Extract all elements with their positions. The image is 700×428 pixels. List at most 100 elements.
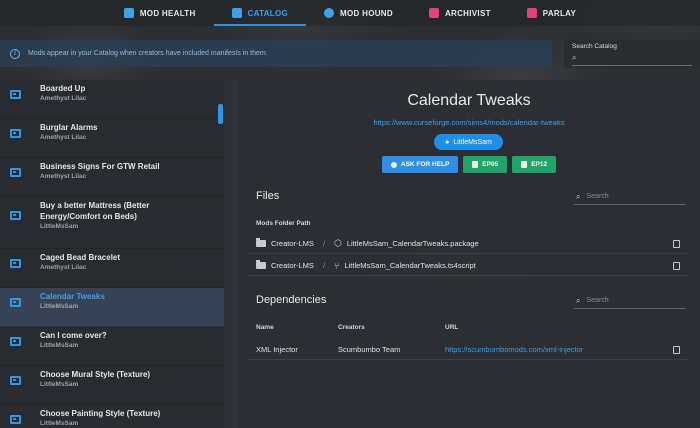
sidebar-item-title: Burglar Alarms	[40, 123, 98, 132]
file-name: LittleMsSam_CalendarTweaks.ts4script	[344, 261, 476, 270]
pack-icon	[472, 161, 479, 168]
sidebar-item-creator: LittleMsSam	[40, 303, 79, 310]
sidebar-item-burglar-alarms[interactable]: Burglar Alarms Amethyst Lilac	[0, 119, 224, 158]
sidebar-item-title: Can I come over?	[40, 331, 107, 340]
sidebar-item-choose-mural-style[interactable]: Choose Mural Style (Texture) LittleMsSam	[0, 366, 224, 405]
dependencies-search-input[interactable]: ⌕ Search	[574, 293, 686, 309]
dog-icon	[324, 8, 335, 18]
discord-icon	[390, 161, 397, 168]
translate-icon	[526, 8, 537, 18]
path-separator: /	[322, 261, 326, 270]
sidebar-item-caged-bead-bracelet[interactable]: Caged Bead Bracelet Amethyst Lilac	[0, 249, 224, 288]
sidebar-item-creator: Amethyst Lilac	[40, 173, 87, 180]
files-section-title: Files	[256, 190, 280, 202]
mod-icon	[10, 90, 21, 99]
sidebar-item-creator: LittleMsSam	[40, 342, 79, 349]
sidebar-item-title: Buy a better Mattress (Better Energy/Com…	[40, 201, 150, 221]
creator-chip[interactable]: ● LittleMsSam	[434, 134, 503, 150]
script-branch-icon: ⑂	[334, 260, 340, 271]
search-icon: ⌕	[576, 295, 581, 305]
mod-icon	[10, 298, 21, 307]
tab-label: MOD HOUND	[340, 8, 393, 18]
sidebar-item-title: Boarded Up	[40, 84, 86, 93]
ask-for-help-button[interactable]: ASK FOR HELP	[381, 156, 459, 173]
tab-label: PARLAY	[542, 8, 577, 18]
top-navigation: MOD HEALTH CATALOG MOD HOUND ARCHIVIST P…	[0, 0, 700, 26]
folder-icon	[256, 238, 266, 247]
tab-label: ARCHIVIST	[444, 8, 491, 18]
sidebar-item-creator: Amethyst Lilac	[40, 264, 87, 271]
tab-catalog[interactable]: CATALOG	[213, 0, 307, 26]
sidebar-item-creator: LittleMsSam	[40, 223, 79, 230]
tab-mod-health[interactable]: MOD HEALTH	[106, 0, 214, 26]
file-action-icon[interactable]	[673, 262, 680, 270]
book-icon	[231, 8, 242, 18]
mod-icon	[10, 376, 21, 385]
info-banner: i Mods appear in your Catalog when creat…	[0, 40, 552, 67]
sidebar-item-title: Caged Bead Bracelet	[40, 253, 121, 262]
dependency-col-url: URL	[445, 324, 459, 331]
mod-icon	[10, 211, 21, 220]
dependencies-search-placeholder: Search	[586, 297, 609, 304]
creator-name: LittleMsSam	[453, 138, 492, 146]
sidebar-scrollbar[interactable]	[218, 104, 223, 124]
sidebar-item-choose-painting-style[interactable]: Choose Painting Style (Texture) LittleMs…	[0, 405, 224, 428]
pack-label: EP05	[482, 161, 499, 168]
sidebar-item-title: Business Signs For GTW Retail	[40, 162, 160, 171]
sidebar-item-business-signs[interactable]: Business Signs For GTW Retail Amethyst L…	[0, 158, 224, 197]
package-icon: ⬡	[334, 238, 342, 248]
sidebar-item-creator: LittleMsSam	[40, 420, 79, 427]
files-search-input[interactable]: ⌕ Search	[574, 189, 686, 205]
open-link-icon[interactable]	[673, 346, 680, 354]
sidebar-item-creator: Amethyst Lilac	[40, 95, 87, 102]
dependency-col-name: Name	[256, 324, 274, 331]
files-search-placeholder: Search	[586, 193, 609, 200]
sidebar-item-title: Choose Painting Style (Texture)	[40, 409, 161, 418]
search-icon: ⌕	[576, 191, 581, 201]
sidebar-item-title: Calendar Tweaks	[40, 292, 105, 301]
archive-icon	[428, 8, 439, 18]
sidebar-item-better-mattress[interactable]: Buy a better Mattress (Better Energy/Com…	[0, 197, 224, 249]
sidebar-item-creator: LittleMsSam	[40, 381, 79, 388]
file-folder: Creator-LMS	[271, 261, 314, 270]
ask-for-help-label: ASK FOR HELP	[400, 161, 450, 168]
mod-icon	[10, 337, 21, 346]
tab-mod-hound[interactable]: MOD HOUND	[306, 0, 411, 26]
banner-text: Mods appear in your Catalog when creator…	[28, 50, 268, 57]
sidebar-item-calendar-tweaks[interactable]: Calendar Tweaks LittleMsSam	[0, 288, 224, 327]
medkit-icon	[123, 8, 134, 18]
file-name: LittleMsSam_CalendarTweaks.package	[346, 239, 479, 248]
dependencies-section-title: Dependencies	[256, 294, 327, 306]
dependency-name: XML Injector	[256, 345, 298, 354]
tab-label: CATALOG	[247, 8, 289, 18]
catalog-search-input[interactable]: Search Catalog ⌕	[564, 40, 700, 68]
dependency-creators: Scumbumbo Team	[338, 345, 401, 354]
tab-archivist[interactable]: ARCHIVIST	[411, 0, 509, 26]
pack-icon	[521, 161, 528, 168]
dependency-col-creators: Creators	[338, 324, 365, 331]
file-row[interactable]: Creator-LMS / ⬡ LittleMsSam_CalendarTwea…	[248, 234, 688, 254]
search-underline	[572, 65, 692, 66]
folder-icon	[256, 260, 266, 269]
sidebar-item-boarded-up[interactable]: Boarded Up Amethyst Lilac	[0, 80, 224, 119]
sidebar-item-can-i-come-over[interactable]: Can I come over? LittleMsSam	[0, 327, 224, 366]
path-separator: /	[322, 239, 326, 248]
file-row[interactable]: Creator-LMS / ⑂ LittleMsSam_CalendarTwea…	[248, 256, 688, 276]
mod-icon	[10, 259, 21, 268]
mod-icon	[10, 168, 21, 177]
sidebar-item-title: Choose Mural Style (Texture)	[40, 370, 151, 379]
tab-label: MOD HEALTH	[139, 8, 196, 18]
info-icon: i	[10, 48, 20, 59]
search-icon: ⌕	[572, 53, 577, 62]
mod-actions: ASK FOR HELP EP05 EP12	[238, 156, 700, 173]
mod-url-link[interactable]: https://www.curseforge.com/sims4/mods/ca…	[238, 118, 700, 127]
pack-badge-ep12[interactable]: EP12	[512, 156, 557, 173]
pack-label: EP12	[531, 161, 548, 168]
file-action-icon[interactable]	[673, 240, 680, 248]
sidebar-item-creator: Amethyst Lilac	[40, 134, 87, 141]
tab-parlay[interactable]: PARLAY	[509, 0, 594, 26]
panel-divider	[224, 80, 238, 428]
pack-badge-ep05[interactable]: EP05	[463, 156, 508, 173]
file-folder: Creator-LMS	[271, 239, 314, 248]
dependency-url-link[interactable]: https://scumbumbomods.com/xml-injector	[445, 345, 583, 354]
